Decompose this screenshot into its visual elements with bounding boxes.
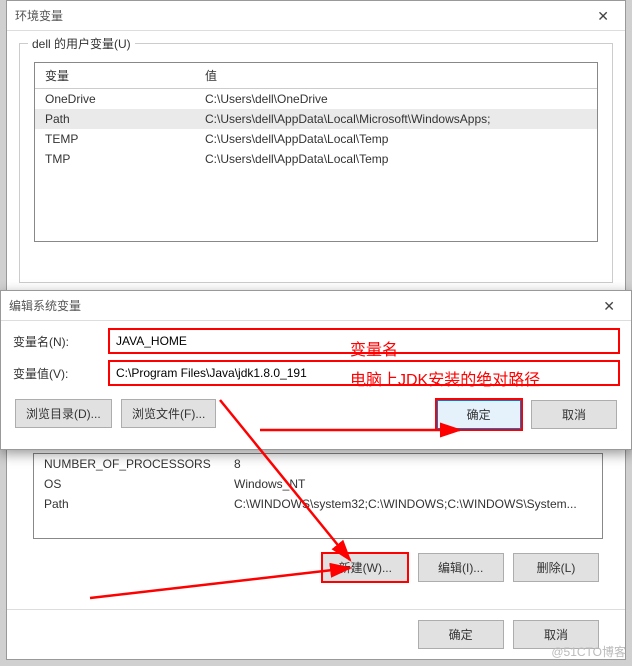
var-name-label: 变量名(N):	[13, 333, 109, 350]
edit-ok-button[interactable]: 确定	[436, 399, 522, 430]
user-vars-group-label: dell 的用户变量(U)	[28, 35, 135, 52]
env-dialog-title: 环境变量	[15, 1, 63, 31]
edit-button[interactable]: 编辑(I)...	[418, 553, 504, 582]
col-val: 值	[195, 63, 597, 89]
edit-dialog-title: 编辑系统变量	[9, 291, 81, 321]
system-vars-table[interactable]: NUMBER_OF_PROCESSORS8 OSWindows_NT PathC…	[34, 454, 602, 514]
watermark: @51CTO博客	[551, 643, 626, 660]
new-button[interactable]: 新建(W)...	[322, 553, 408, 582]
close-icon[interactable]: ✕	[595, 291, 623, 321]
browse-dir-button[interactable]: 浏览目录(D)...	[15, 399, 112, 428]
edit-dialog-title-bar: 编辑系统变量 ✕	[1, 291, 631, 321]
table-row: TMPC:\Users\dell\AppData\Local\Temp	[35, 149, 597, 169]
browse-file-button[interactable]: 浏览文件(F)...	[121, 399, 216, 428]
delete-button[interactable]: 删除(L)	[513, 553, 599, 582]
var-value-label: 变量值(V):	[13, 365, 109, 382]
table-row: PathC:\WINDOWS\system32;C:\WINDOWS;C:\WI…	[34, 494, 602, 514]
col-var: 变量	[35, 63, 195, 89]
edit-cancel-button[interactable]: 取消	[531, 400, 617, 429]
user-vars-table[interactable]: 变量 值 OneDriveC:\Users\dell\OneDrive Path…	[34, 62, 598, 242]
table-row: OneDriveC:\Users\dell\OneDrive	[35, 89, 597, 110]
var-name-input[interactable]	[109, 329, 619, 353]
table-row: NUMBER_OF_PROCESSORS8	[34, 454, 602, 474]
env-dialog-title-bar: 环境变量 ✕	[7, 1, 625, 31]
var-value-input[interactable]	[109, 361, 619, 385]
env-ok-button[interactable]: 确定	[418, 620, 504, 649]
table-row: TEMPC:\Users\dell\AppData\Local\Temp	[35, 129, 597, 149]
table-row: PathC:\Users\dell\AppData\Local\Microsof…	[35, 109, 597, 129]
close-icon[interactable]: ✕	[589, 1, 617, 31]
table-row: OSWindows_NT	[34, 474, 602, 494]
